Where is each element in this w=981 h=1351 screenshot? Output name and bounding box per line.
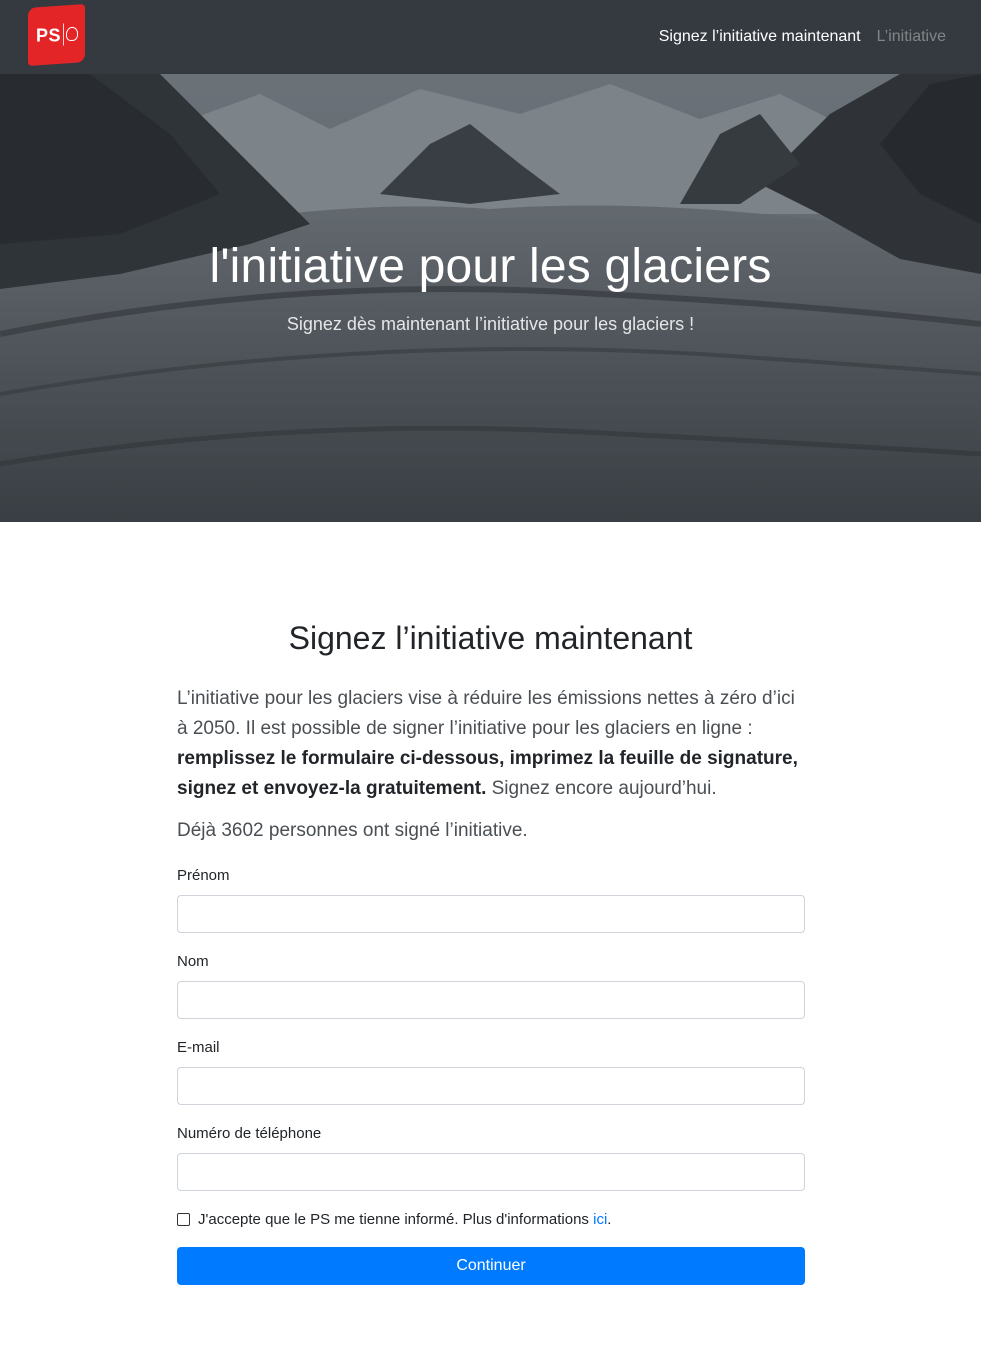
first-name-label: Prénom xyxy=(177,867,230,884)
logo-separator xyxy=(63,23,64,46)
consent-text: J'accepte que le PS me tienne informé. P… xyxy=(198,1211,589,1228)
section-title: Signez l’initiative maintenant xyxy=(288,620,693,656)
hero-title: l'initiative pour les glaciers xyxy=(209,240,772,293)
continue-button[interactable]: Continuer xyxy=(177,1247,805,1285)
phone-label: Numéro de téléphone xyxy=(177,1125,322,1142)
nav-links: Signez l’initiative maintenant L’initiat… xyxy=(659,28,946,46)
rose-icon xyxy=(66,26,78,42)
email-label: E-mail xyxy=(177,1039,220,1056)
navbar: PS Signez l’initiative maintenant L’init… xyxy=(0,0,981,74)
nav-link-initiative[interactable]: L’initiative xyxy=(877,28,946,46)
logo-text: PS xyxy=(36,25,62,46)
consent-checkbox[interactable] xyxy=(177,1213,190,1226)
more-info-link[interactable]: ici xyxy=(593,1211,607,1228)
intro-text-part1: L’initiative pour les glaciers vise à ré… xyxy=(177,688,795,739)
intro-paragraph: L’initiative pour les glaciers vise à ré… xyxy=(177,684,805,804)
consent-suffix: . xyxy=(607,1211,612,1228)
first-name-input[interactable] xyxy=(177,895,805,933)
ps-logo[interactable]: PS xyxy=(28,4,85,66)
hero-overlay xyxy=(0,74,981,522)
signature-count: Déjà 3602 personnes ont signé l’initiati… xyxy=(177,820,528,841)
phone-input[interactable] xyxy=(177,1153,805,1191)
intro-text-part2: Signez encore aujourd’hui. xyxy=(486,778,717,799)
hero-banner: l'initiative pour les glaciers Signez dè… xyxy=(0,74,981,522)
nav-link-sign[interactable]: Signez l’initiative maintenant xyxy=(659,28,861,46)
hero-subtitle: Signez dès maintenant l’initiative pour … xyxy=(286,314,695,334)
last-name-label: Nom xyxy=(177,953,209,970)
email-input[interactable] xyxy=(177,1067,805,1105)
last-name-input[interactable] xyxy=(177,981,805,1019)
consent-row: J'accepte que le PS me tienne informé. P… xyxy=(177,1211,611,1228)
